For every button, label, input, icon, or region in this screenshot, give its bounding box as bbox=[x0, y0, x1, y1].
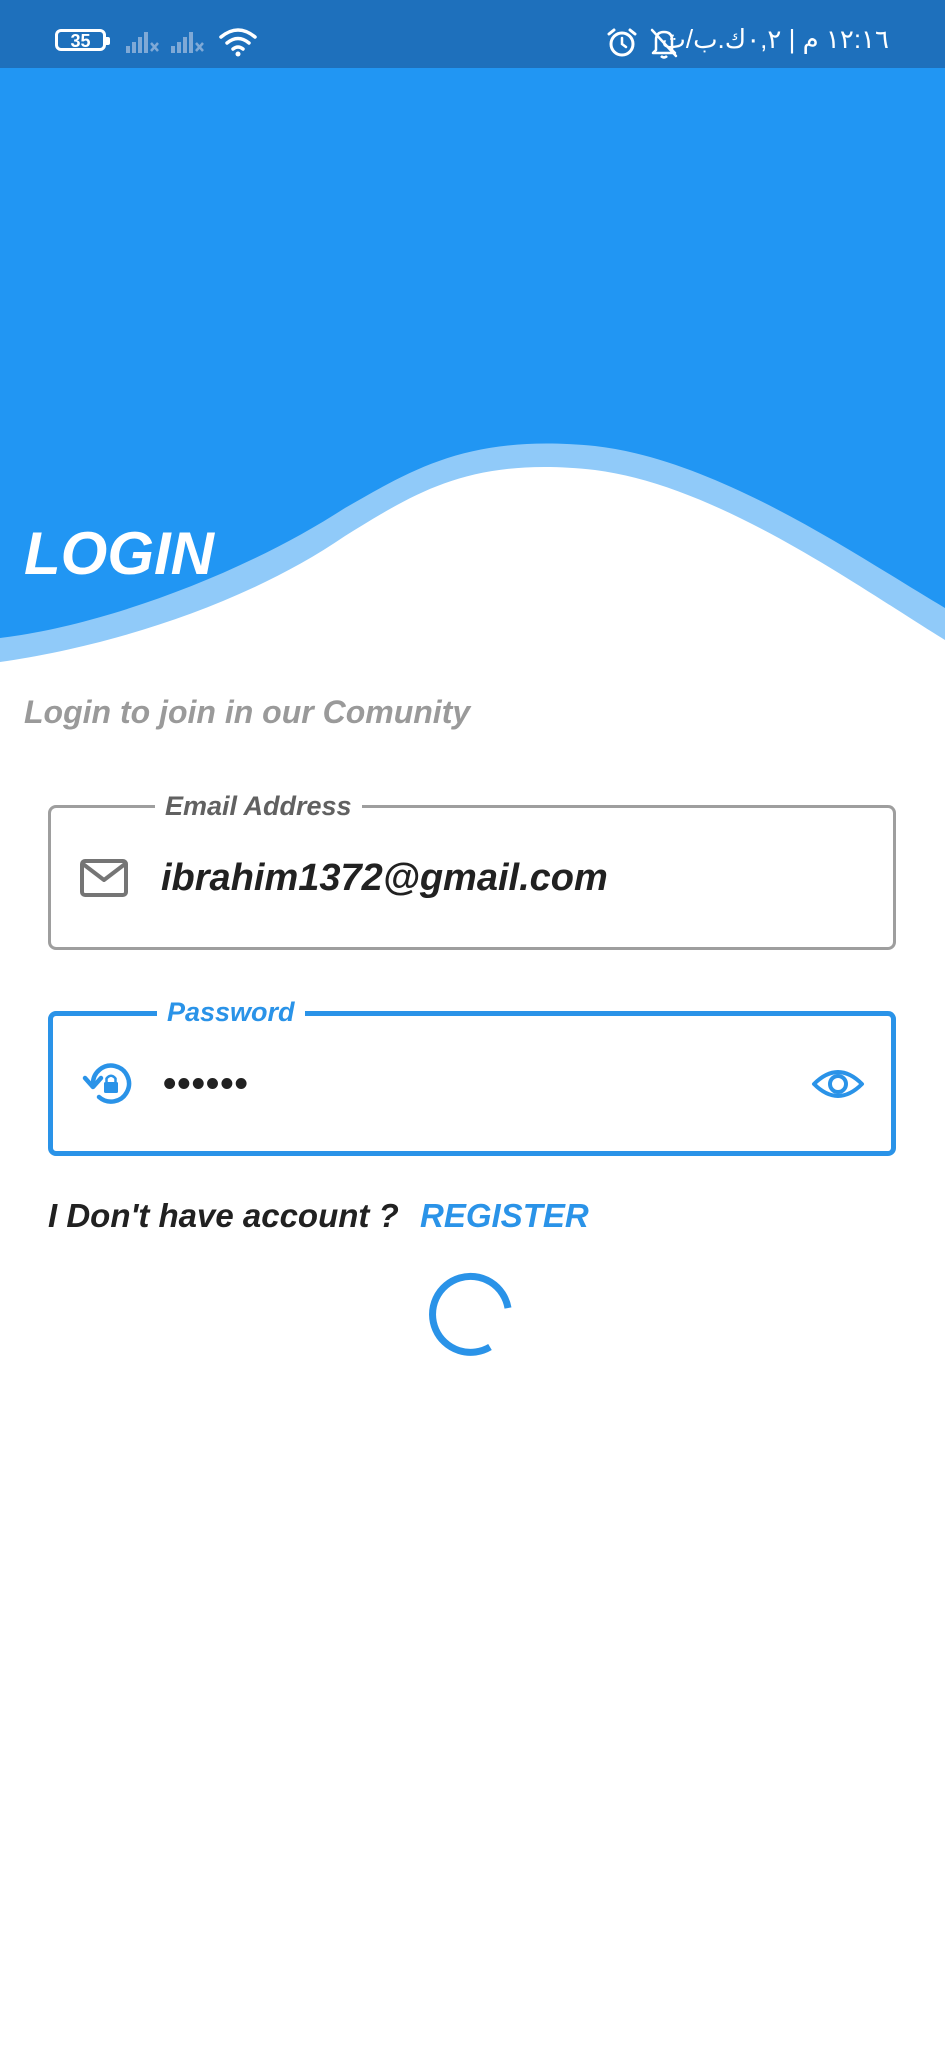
signal-off-icon bbox=[171, 32, 204, 53]
status-bar: 35 ١٢:١٦ م | ٠,٢ك.ب/ث bbox=[0, 0, 945, 68]
wifi-icon bbox=[219, 28, 257, 57]
eye-icon[interactable] bbox=[811, 1066, 865, 1102]
alarm-icon bbox=[607, 28, 637, 57]
password-input[interactable]: •••••• bbox=[163, 1059, 249, 1109]
signal-off-icon bbox=[126, 32, 159, 53]
email-field[interactable]: Email Address ibrahim1372@gmail.com bbox=[48, 786, 896, 950]
battery-icon: 35 bbox=[55, 29, 110, 51]
email-field-label: Email Address bbox=[155, 786, 362, 826]
status-time-network-speed: ١٢:١٦ م | ٠,٢ك.ب/ث bbox=[661, 24, 889, 54]
battery-level: 35 bbox=[70, 31, 91, 51]
password-field[interactable]: Password •••••• bbox=[48, 992, 896, 1156]
lock-reset-icon bbox=[82, 1062, 132, 1104]
page-title: LOGIN bbox=[24, 520, 214, 587]
mail-icon bbox=[80, 858, 128, 897]
no-account-prompt: I Don't have account ? bbox=[48, 1197, 399, 1234]
register-link[interactable]: REGISTER bbox=[420, 1190, 589, 1242]
loading-spinner bbox=[429, 1272, 512, 1356]
password-field-label: Password bbox=[157, 992, 305, 1032]
page-subtitle: Login to join in our Comunity bbox=[24, 694, 471, 730]
email-input[interactable]: ibrahim1372@gmail.com bbox=[161, 853, 608, 903]
